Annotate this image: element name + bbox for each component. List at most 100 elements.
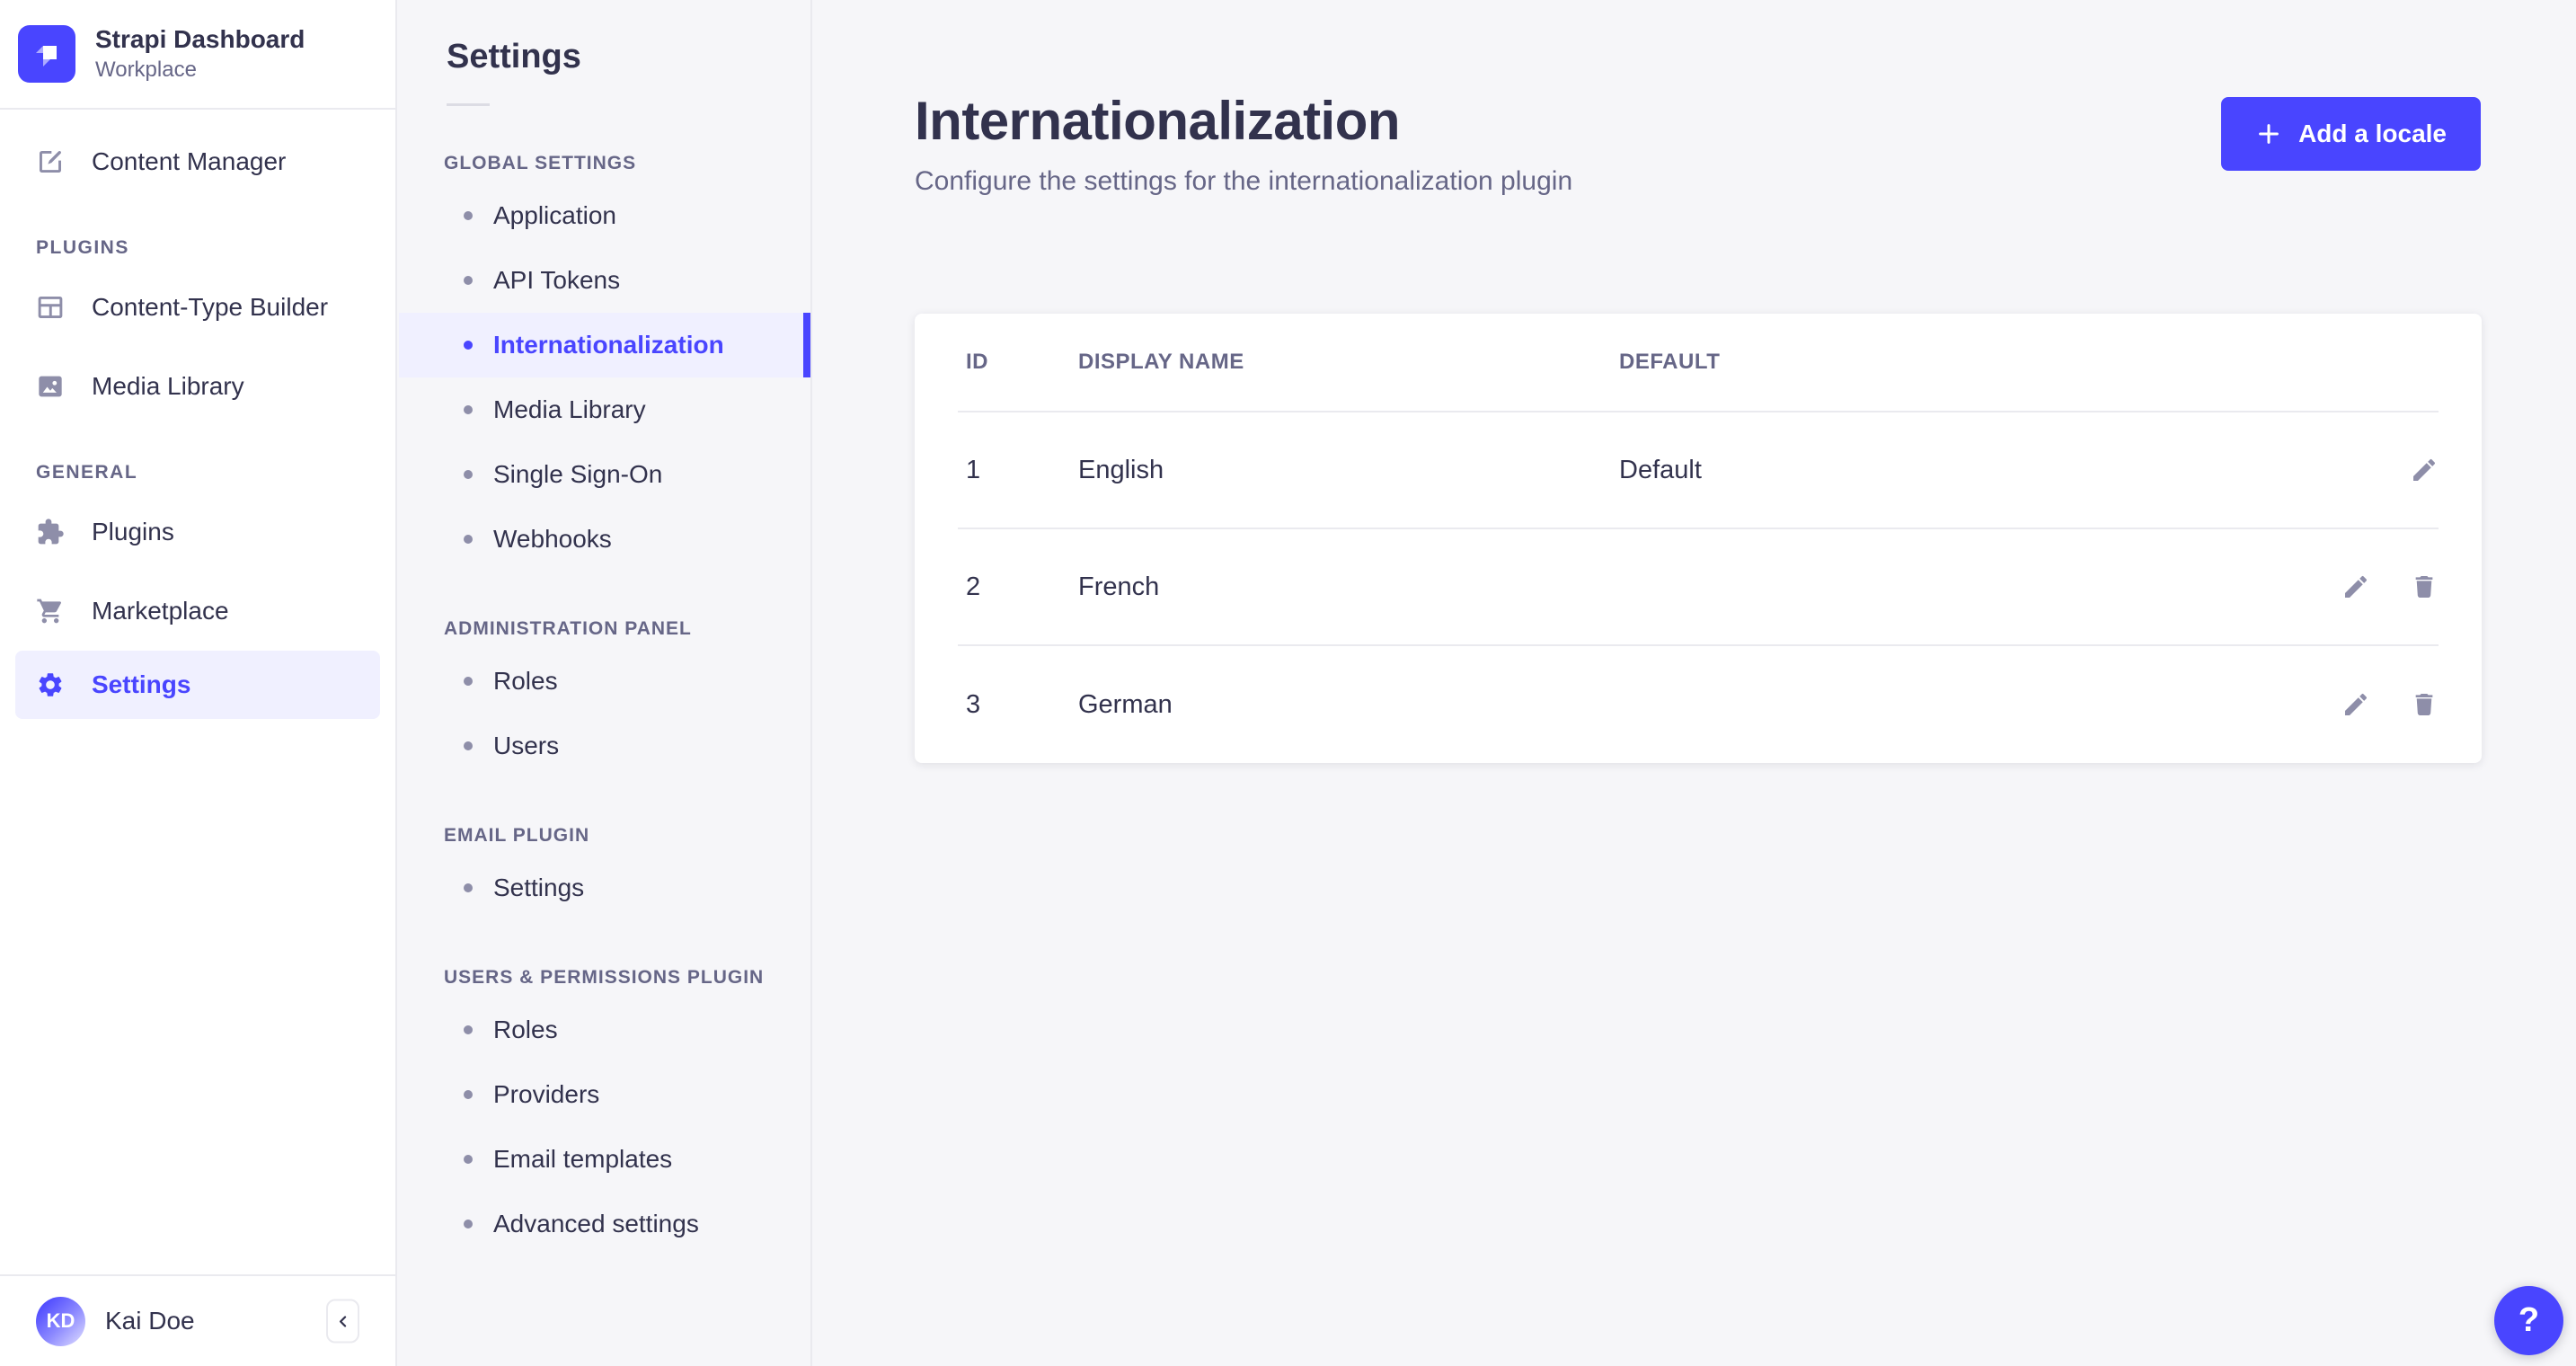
subnav-item-api-tokens[interactable]: API Tokens (399, 248, 810, 313)
page-header: Internationalization Configure the setti… (814, 0, 2576, 197)
cell-actions (2259, 572, 2439, 601)
plus-icon (2259, 124, 2279, 144)
cell-actions (2259, 456, 2439, 484)
sidebar-item-content-type-builder[interactable]: Content-Type Builder (0, 268, 395, 347)
cell-display-name: English (1078, 455, 1164, 484)
strapi-logo (18, 25, 75, 83)
collapse-sidebar-button[interactable] (326, 1299, 359, 1344)
subnav-item-label: Advanced settings (493, 1210, 699, 1237)
help-button[interactable]: ? (2494, 1286, 2563, 1355)
page-subtitle: Configure the settings for the internati… (915, 166, 1573, 196)
delete-locale-button[interactable] (2410, 690, 2439, 719)
subnav-title: Settings (447, 38, 581, 75)
subnav-item-label: Settings (493, 874, 585, 901)
add-locale-button[interactable]: Add a locale (2221, 97, 2481, 171)
subnav-section-administration-panel: ADMINISTRATION PANEL (444, 618, 692, 639)
user-avatar: KD (36, 1296, 85, 1346)
table-row-french: 2 French (958, 529, 2439, 646)
subnav-section-email-plugin: EMAIL PLUGIN (444, 825, 590, 846)
sidebar-item-marketplace[interactable]: Marketplace (0, 572, 395, 651)
subnav-item-label: Internationalization (493, 331, 724, 359)
subnav-item-internationalization[interactable]: Internationalization (399, 313, 810, 377)
subnav-item-up-roles[interactable]: Roles (399, 998, 810, 1062)
puzzle-icon (38, 519, 64, 545)
main-sidebar: Strapi Dashboard Workplace Content Manag… (0, 0, 397, 1366)
subnav-item-label: Email templates (493, 1145, 673, 1173)
subnav-item-label: Single Sign-On (493, 460, 663, 488)
subnav-section-global-settings: GLOBAL SETTINGS (444, 153, 637, 173)
brand-text: Strapi Dashboard Workplace (95, 25, 305, 82)
sidebar-nav: Content Manager PLUGINS Content-Type Bui… (0, 110, 395, 1274)
help-question-mark: ? (2518, 1301, 2540, 1339)
sidebar-item-label: Content Manager (92, 147, 287, 175)
sidebar-item-media-library[interactable]: Media Library (0, 347, 395, 426)
subnav-item-label: Roles (493, 1016, 558, 1043)
table-row-german: 3 German (958, 646, 2439, 763)
cell-actions (2259, 690, 2439, 719)
subnav-item-label: Webhooks (493, 525, 612, 553)
column-header-display-name: DISPLAY NAME (1078, 350, 1244, 374)
subnav-item-webhooks[interactable]: Webhooks (399, 507, 810, 572)
edit-locale-button[interactable] (2341, 690, 2370, 719)
subnav-item-email-settings[interactable]: Settings (399, 856, 810, 920)
pencil-icon (2345, 693, 2368, 715)
trash-icon (2415, 576, 2433, 598)
image-icon (39, 376, 62, 397)
add-locale-label: Add a locale (2298, 120, 2447, 147)
subnav-item-label: Providers (493, 1080, 600, 1108)
page-header-text: Internationalization Configure the setti… (915, 90, 1572, 197)
cell-display-name: French (1078, 572, 1160, 601)
table-row-english: 1 English Default (958, 412, 2439, 529)
cell-id: 1 (966, 455, 981, 484)
sidebar-item-label: Media Library (92, 372, 244, 400)
subnav-item-up-advanced-settings[interactable]: Advanced settings (399, 1192, 810, 1256)
pencil-icon (2345, 575, 2368, 598)
workspace-switcher[interactable]: Strapi Dashboard Workplace (0, 0, 395, 110)
subnav-item-label: Application (493, 201, 616, 229)
subnav-item-admin-roles[interactable]: Roles (399, 649, 810, 714)
chevron-left-icon (339, 1315, 346, 1327)
sidebar-item-settings[interactable]: Settings (15, 651, 380, 719)
subnav-item-admin-users[interactable]: Users (399, 714, 810, 778)
cart-icon (37, 599, 61, 624)
delete-locale-button[interactable] (2410, 572, 2439, 601)
sidebar-item-content-manager[interactable]: Content Manager (0, 122, 395, 201)
locales-table-card: ID DISPLAY NAME DEFAULT 1 English Defaul… (915, 314, 2482, 763)
sidebar-item-label: Settings (92, 670, 191, 698)
subnav-item-up-email-templates[interactable]: Email templates (399, 1127, 810, 1192)
cell-id: 3 (966, 689, 981, 719)
sidebar-item-label: Content-Type Builder (92, 293, 329, 321)
sidebar-item-plugins[interactable]: Plugins (0, 492, 395, 572)
subnav-item-application[interactable]: Application (399, 183, 810, 248)
gear-icon (39, 673, 62, 696)
main-content: Internationalization Configure the setti… (814, 0, 2576, 1366)
subnav-divider (447, 103, 490, 106)
subnav-section-users-permissions-plugin: USERS & PERMISSIONS PLUGIN (444, 967, 765, 988)
cell-display-name: German (1078, 689, 1173, 719)
sidebar-item-label: Marketplace (92, 597, 229, 625)
subnav-item-media-library[interactable]: Media Library (399, 377, 810, 442)
pencil-icon (2413, 458, 2436, 481)
sidebar-footer: KD Kai Doe (0, 1274, 395, 1366)
settings-subnav: Settings GLOBAL SETTINGS Application API… (399, 0, 812, 1366)
table-header-row: ID DISPLAY NAME DEFAULT (958, 314, 2439, 412)
layout-grid-icon (38, 297, 63, 318)
sidebar-section-general: GENERAL (36, 462, 138, 483)
column-header-default: DEFAULT (1619, 350, 1721, 374)
edit-locale-button[interactable] (2341, 572, 2370, 601)
subnav-item-up-providers[interactable]: Providers (399, 1062, 810, 1127)
sidebar-section-plugins: PLUGINS (36, 237, 129, 258)
workspace-name: Strapi Dashboard (95, 25, 305, 54)
subnav-item-single-sign-on[interactable]: Single Sign-On (399, 442, 810, 507)
feather-pen-icon (40, 151, 61, 173)
sidebar-item-label: Plugins (92, 518, 174, 546)
trash-icon (2415, 694, 2433, 715)
cell-default: Default (1619, 455, 1702, 484)
edit-locale-button[interactable] (2410, 456, 2439, 484)
user-name: Kai Doe (105, 1307, 195, 1335)
page-title: Internationalization (915, 91, 1401, 151)
cell-id: 2 (966, 572, 981, 601)
workspace-label: Workplace (95, 57, 197, 82)
subnav-item-label: Roles (493, 667, 558, 695)
subnav-item-label: Users (493, 732, 560, 759)
